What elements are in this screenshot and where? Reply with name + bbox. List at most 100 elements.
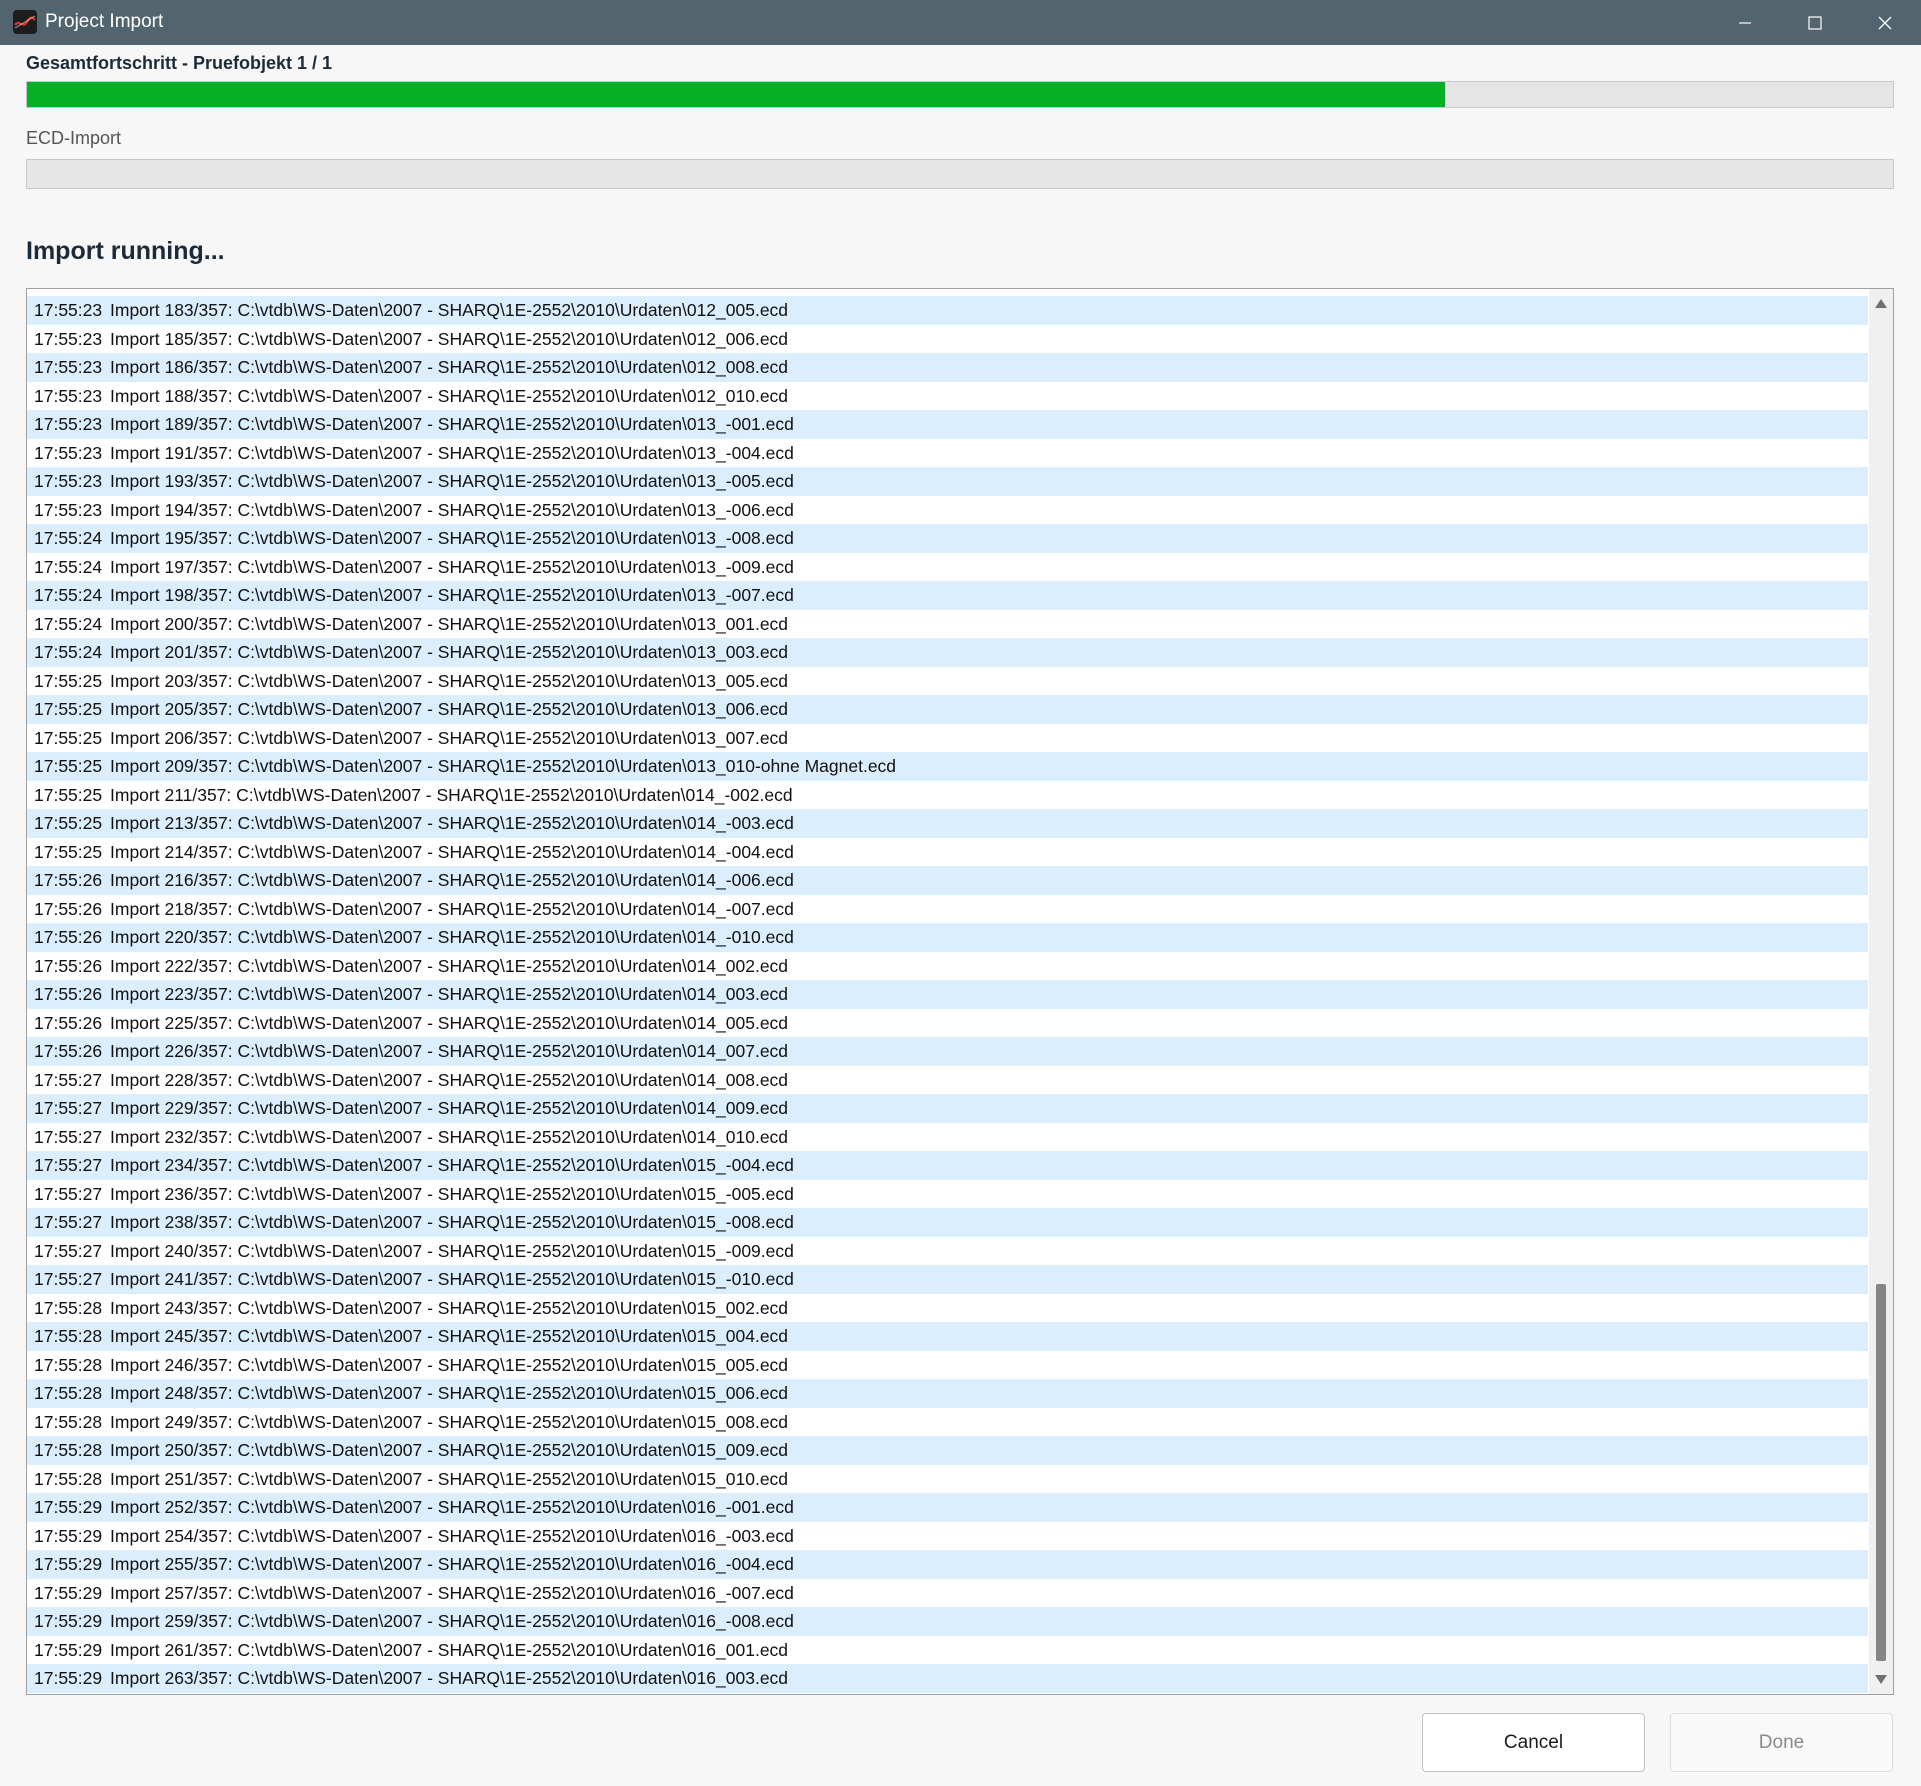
log-entry-time: 17:55:23 [34,442,103,463]
log-entry[interactable]: 17:55:28 Import 249/357: C:\vtdb\WS-Daten… [27,1407,1868,1436]
log-entry[interactable]: 17:55:26 Import 218/357: C:\vtdb\WS-Daten… [27,894,1868,923]
log-scrollbar[interactable] [1869,289,1893,1694]
log-entry[interactable]: 17:55:24 Import 201/357: C:\vtdb\WS-Daten… [27,638,1868,667]
log-entry[interactable]: 17:55:29 Import 252/357: C:\vtdb\WS-Daten… [27,1493,1868,1522]
log-entry-message: Import 186/357: C:\vtdb\WS-Daten\2007 - … [110,357,789,377]
log-entry[interactable]: 17:55:25 Import 206/357: C:\vtdb\WS-Daten… [27,723,1868,752]
log-entry[interactable]: 17:55:25 Import 203/357: C:\vtdb\WS-Daten… [27,666,1868,695]
log-entry-message: Import 197/357: C:\vtdb\WS-Daten\2007 - … [110,556,794,577]
log-entry-message: Import 238/357: C:\vtdb\WS-Daten\2007 - … [110,1212,794,1232]
log-entry-message: Import 211/357: C:\vtdb\WS-Daten\2007 - … [110,784,793,805]
log-entry[interactable]: 17:55:27 Import 236/357: C:\vtdb\WS-Daten… [27,1179,1868,1208]
log-entry[interactable]: 17:55:28 Import 248/357: C:\vtdb\WS-Daten… [27,1379,1868,1408]
log-entry[interactable]: 17:55:29 Import 255/357: C:\vtdb\WS-Daten… [27,1550,1868,1579]
log-entry-time: 17:55:25 [34,727,103,748]
log-entry[interactable]: 17:55:26 Import 225/357: C:\vtdb\WS-Daten… [27,1008,1868,1037]
log-entry-time: 17:55:29 [34,1582,103,1603]
log-entry-message: Import 261/357: C:\vtdb\WS-Daten\2007 - … [110,1639,789,1660]
log-entry[interactable]: 17:55:29 Import 261/357: C:\vtdb\WS-Daten… [27,1635,1868,1664]
log-entry[interactable]: 17:55:29 Import 254/357: C:\vtdb\WS-Daten… [27,1521,1868,1550]
log-entry[interactable]: 17:55:28 Import 243/357: C:\vtdb\WS-Daten… [27,1293,1868,1322]
maximize-button[interactable] [1780,0,1850,45]
log-entry-message: Import 216/357: C:\vtdb\WS-Daten\2007 - … [110,870,794,890]
log-entry[interactable]: 17:55:26 Import 222/357: C:\vtdb\WS-Daten… [27,951,1868,980]
log-entry-time: 17:55:26 [34,927,103,947]
log-entry-message: Import 193/357: C:\vtdb\WS-Daten\2007 - … [110,471,794,491]
title-bar[interactable]: Project Import [0,0,1921,45]
log-entry[interactable]: 17:55:29 Import 259/357: C:\vtdb\WS-Daten… [27,1607,1868,1636]
log-entry-time: 17:55:29 [34,1611,103,1631]
log-entry[interactable]: 17:55:24 Import 198/357: C:\vtdb\WS-Daten… [27,581,1868,610]
log-entry-time: 17:55:28 [34,1468,103,1489]
log-entry-message: Import 220/357: C:\vtdb\WS-Daten\2007 - … [110,927,794,947]
log-entry-message: Import 213/357: C:\vtdb\WS-Daten\2007 - … [110,813,794,833]
log-entry[interactable]: 17:55:25 Import 205/357: C:\vtdb\WS-Daten… [27,695,1868,724]
status-heading: Import running... [26,237,225,265]
log-entry[interactable]: 17:55:24 Import 200/357: C:\vtdb\WS-Daten… [27,609,1868,638]
log-entry[interactable]: 17:55:29 Import 263/357: C:\vtdb\WS-Daten… [27,1664,1868,1693]
log-entry[interactable]: 17:55:23 Import 185/357: C:\vtdb\WS-Daten… [27,324,1868,353]
log-entry[interactable]: 17:55:23 Import 186/357: C:\vtdb\WS-Daten… [27,353,1868,382]
log-entry-message: Import 246/357: C:\vtdb\WS-Daten\2007 - … [110,1354,789,1375]
log-entry-time: 17:55:23 [34,471,103,491]
log-entry-message: Import 255/357: C:\vtdb\WS-Daten\2007 - … [110,1554,794,1574]
log-entry[interactable]: 17:55:28 Import 251/357: C:\vtdb\WS-Daten… [27,1464,1868,1493]
log-entry-time: 17:55:29 [34,1497,103,1517]
log-entry-time: 17:55:23 [34,414,103,434]
log-entry[interactable]: 17:55:23 Import 193/357: C:\vtdb\WS-Daten… [27,467,1868,496]
log-entry[interactable]: 17:55:27 Import 238/357: C:\vtdb\WS-Daten… [27,1208,1868,1237]
log-entry-time: 17:55:26 [34,984,103,1004]
log-entry[interactable]: 17:55:27 Import 229/357: C:\vtdb\WS-Daten… [27,1094,1868,1123]
log-entry-time: 17:55:25 [34,670,103,691]
log-entry[interactable]: 17:55:23 Import 189/357: C:\vtdb\WS-Daten… [27,410,1868,439]
log-entry[interactable]: 17:55:27 Import 240/357: C:\vtdb\WS-Daten… [27,1236,1868,1265]
log-entry-time: 17:55:24 [34,642,103,662]
log-entry-message: Import 203/357: C:\vtdb\WS-Daten\2007 - … [110,670,789,691]
scroll-thumb[interactable] [1876,1284,1886,1661]
log-entry[interactable]: 17:55:25 Import 213/357: C:\vtdb\WS-Daten… [27,809,1868,838]
log-entry[interactable]: 17:55:23 Import 191/357: C:\vtdb\WS-Daten… [27,438,1868,467]
log-entry[interactable]: 17:55:28 Import 250/357: C:\vtdb\WS-Daten… [27,1436,1868,1465]
log-entry[interactable]: 17:55:27 Import 241/357: C:\vtdb\WS-Daten… [27,1265,1868,1294]
import-log-list[interactable]: 17:55:23 Import 183/357: C:\vtdb\WS-Daten… [26,288,1894,1695]
log-entry-time: 17:55:26 [34,1041,103,1061]
log-entry[interactable]: 17:55:28 Import 246/357: C:\vtdb\WS-Daten… [27,1350,1868,1379]
log-entry[interactable]: 17:55:23 Import 183/357: C:\vtdb\WS-Daten… [27,296,1868,325]
log-entry[interactable]: 17:55:27 Import 228/357: C:\vtdb\WS-Daten… [27,1065,1868,1094]
log-entry-time: 17:55:29 [34,1525,103,1546]
log-entry-time: 17:55:27 [34,1069,103,1090]
log-entry[interactable]: 17:55:23 Import 194/357: C:\vtdb\WS-Daten… [27,495,1868,524]
minimize-button[interactable] [1710,0,1780,45]
log-entry[interactable]: 17:55:29 Import 257/357: C:\vtdb\WS-Daten… [27,1578,1868,1607]
scroll-up-arrow-icon[interactable] [1875,299,1887,308]
overall-progress-bar [26,81,1894,108]
scroll-down-arrow-icon[interactable] [1875,1675,1887,1684]
close-button[interactable] [1850,0,1920,45]
log-entry[interactable]: 17:55:25 Import 209/357: C:\vtdb\WS-Daten… [27,752,1868,781]
log-entry-time: 17:55:28 [34,1383,103,1403]
log-entry[interactable]: 17:55:25 Import 211/357: C:\vtdb\WS-Daten… [27,780,1868,809]
log-entry[interactable]: 17:55:28 Import 245/357: C:\vtdb\WS-Daten… [27,1322,1868,1351]
log-entry[interactable]: 17:55:26 Import 223/357: C:\vtdb\WS-Daten… [27,980,1868,1009]
log-entry[interactable]: 17:55:24 Import 197/357: C:\vtdb\WS-Daten… [27,552,1868,581]
log-entry[interactable]: 17:55:25 Import 214/357: C:\vtdb\WS-Daten… [27,837,1868,866]
log-entry-message: Import 188/357: C:\vtdb\WS-Daten\2007 - … [110,385,789,406]
log-entry[interactable]: 17:55:27 Import 234/357: C:\vtdb\WS-Daten… [27,1151,1868,1180]
log-entry-time: 17:55:23 [34,357,103,377]
log-entry[interactable]: 17:55:26 Import 216/357: C:\vtdb\WS-Daten… [27,866,1868,895]
log-entry[interactable]: 17:55:26 Import 226/357: C:\vtdb\WS-Daten… [27,1037,1868,1066]
log-entry[interactable]: 17:55:27 Import 232/357: C:\vtdb\WS-Daten… [27,1122,1868,1151]
log-entry[interactable]: 17:55:26 Import 220/357: C:\vtdb\WS-Daten… [27,923,1868,952]
log-entry-message: Import 251/357: C:\vtdb\WS-Daten\2007 - … [110,1468,789,1489]
log-entry-time: 17:55:28 [34,1326,103,1346]
log-entry-message: Import 263/357: C:\vtdb\WS-Daten\2007 - … [110,1668,789,1688]
log-entry[interactable]: 17:55:24 Import 195/357: C:\vtdb\WS-Daten… [27,524,1868,553]
cancel-button[interactable]: Cancel [1422,1713,1645,1772]
log-entry-time: 17:55:25 [34,841,103,862]
log-entry-message: Import 183/357: C:\vtdb\WS-Daten\2007 - … [110,300,789,320]
done-button[interactable]: Done [1670,1713,1893,1772]
log-entry[interactable]: 17:55:23 Import 188/357: C:\vtdb\WS-Daten… [27,381,1868,410]
log-entry-message: Import 240/357: C:\vtdb\WS-Daten\2007 - … [110,1240,794,1261]
log-entry-time: 17:55:28 [34,1411,103,1432]
log-entry-message: Import 225/357: C:\vtdb\WS-Daten\2007 - … [110,1012,789,1033]
